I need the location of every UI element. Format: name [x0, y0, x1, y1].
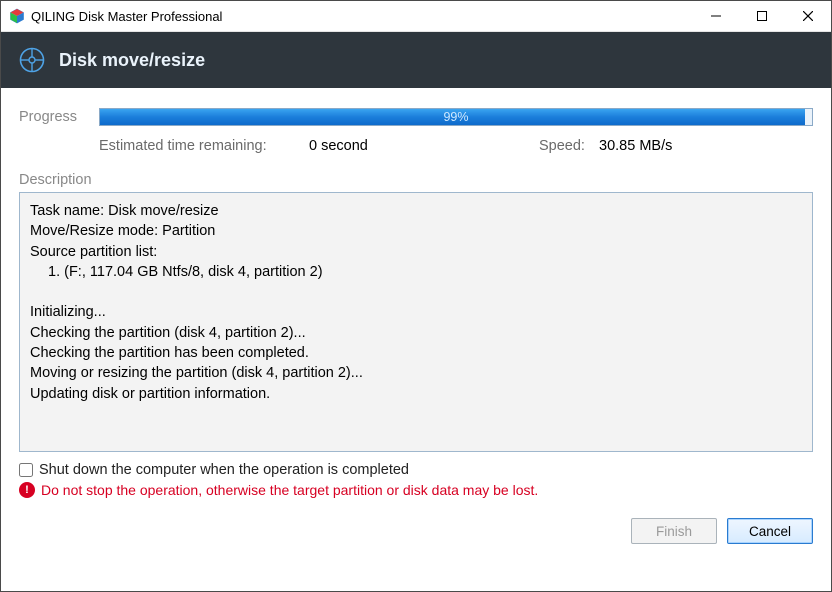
button-row: Finish Cancel [19, 518, 813, 544]
speed-label: Speed: [539, 138, 599, 154]
warning-text: Do not stop the operation, otherwise the… [41, 482, 538, 498]
shutdown-checkbox-row[interactable]: Shut down the computer when the operatio… [19, 462, 813, 478]
shutdown-label: Shut down the computer when the operatio… [39, 462, 409, 478]
progress-label: Progress [19, 109, 83, 125]
cancel-button[interactable]: Cancel [727, 518, 813, 544]
header-band: Disk move/resize [1, 32, 831, 88]
desc-line: Move/Resize mode: Partition [30, 221, 802, 241]
etr-label: Estimated time remaining: [99, 138, 309, 154]
desc-line: Updating disk or partition information. [30, 384, 802, 404]
progress-info-row: Estimated time remaining: 0 second Speed… [99, 138, 813, 154]
content-area: Progress 99% Estimated time remaining: 0… [1, 88, 831, 591]
finish-button[interactable]: Finish [631, 518, 717, 544]
warning-row: ! Do not stop the operation, otherwise t… [19, 482, 813, 498]
speed-value: 30.85 MB/s [599, 138, 672, 154]
app-window: QILING Disk Master Professional [0, 0, 832, 592]
app-icon [9, 8, 25, 24]
minimize-button[interactable] [693, 1, 739, 31]
maximize-button[interactable] [739, 1, 785, 31]
desc-line: Checking the partition has been complete… [30, 343, 802, 363]
progress-percent-text: 99% [100, 109, 812, 125]
shutdown-checkbox[interactable] [19, 463, 33, 477]
desc-line: Initializing... [30, 302, 802, 322]
desc-line: Task name: Disk move/resize [30, 201, 802, 221]
close-button[interactable] [785, 1, 831, 31]
progress-row: Progress 99% [19, 108, 813, 126]
window-title: QILING Disk Master Professional [31, 9, 693, 24]
warning-icon: ! [19, 482, 35, 498]
disk-resize-icon [17, 45, 47, 75]
desc-line: 1. (F:, 117.04 GB Ntfs/8, disk 4, partit… [30, 262, 802, 282]
titlebar: QILING Disk Master Professional [1, 1, 831, 32]
desc-line: Moving or resizing the partition (disk 4… [30, 363, 802, 383]
desc-line: Source partition list: [30, 242, 802, 262]
progress-bar: 99% [99, 108, 813, 126]
etr-value: 0 second [309, 138, 539, 154]
desc-blank [30, 282, 802, 302]
description-box[interactable]: Task name: Disk move/resize Move/Resize … [19, 192, 813, 452]
description-label: Description [19, 172, 813, 188]
page-title: Disk move/resize [59, 50, 205, 71]
window-controls [693, 1, 831, 31]
desc-line: Checking the partition (disk 4, partitio… [30, 323, 802, 343]
